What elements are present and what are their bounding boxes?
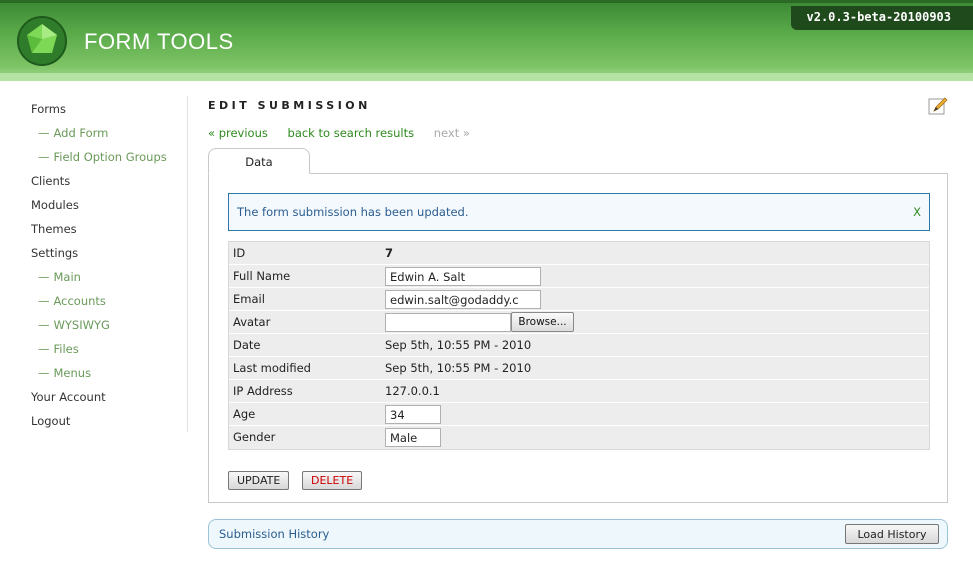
app-name: FORM TOOLS [84, 29, 234, 54]
sidebar-item-modules[interactable]: Modules [31, 196, 187, 220]
field-label-ip-address: IP Address [233, 384, 293, 398]
field-label-avatar: Avatar [233, 315, 271, 329]
field-row-date: Date Sep 5th, 10:55 PM - 2010 [229, 334, 929, 357]
field-value-last-modified: Sep 5th, 10:55 PM - 2010 [385, 361, 532, 375]
field-value-ip-address: 127.0.0.1 [385, 384, 440, 398]
submission-history-label: Submission History [219, 527, 330, 541]
field-label-full-name: Full Name [233, 269, 291, 283]
back-to-results-link[interactable]: back to search results [288, 126, 415, 140]
field-row-ip-address: IP Address 127.0.0.1 [229, 380, 929, 403]
load-history-button[interactable]: Load History [845, 524, 939, 544]
field-row-age: Age [229, 403, 929, 426]
field-label-age: Age [233, 407, 256, 421]
app-header: FORM TOOLS v2.0.3-beta-20100903 [0, 0, 973, 81]
sidebar: Forms — Add Form — Field Option Groups Cli… [31, 100, 187, 436]
field-label-email: Email [233, 292, 265, 306]
submission-history-bar: Submission History Load History [208, 519, 948, 549]
field-row-avatar: Avatar Browse... [229, 311, 929, 334]
edit-icon[interactable] [928, 96, 948, 116]
tab-data[interactable]: Data [208, 148, 310, 174]
next-link: next » [433, 126, 470, 140]
gender-input[interactable] [385, 428, 441, 447]
full-name-input[interactable] [385, 267, 541, 286]
submission-fields: ID 7 Full Name Email Avatar Browse... Da… [228, 241, 930, 450]
sidebar-item-logout[interactable]: Logout [31, 412, 187, 436]
sidebar-item-menus[interactable]: — Menus [31, 364, 187, 388]
sidebar-item-files[interactable]: — Files [31, 340, 187, 364]
sidebar-divider [187, 96, 188, 432]
sidebar-item-forms[interactable]: Forms [31, 100, 187, 124]
sidebar-item-themes[interactable]: Themes [31, 220, 187, 244]
field-row-last-modified: Last modified Sep 5th, 10:55 PM - 2010 [229, 357, 929, 380]
field-label-gender: Gender [233, 430, 276, 444]
logo-icon [17, 16, 67, 66]
field-value-date: Sep 5th, 10:55 PM - 2010 [385, 338, 532, 352]
notice-message: The form submission has been updated. X [228, 193, 930, 231]
header-strip [0, 73, 973, 81]
browse-button[interactable]: Browse... [511, 312, 574, 332]
field-row-id: ID 7 [229, 242, 929, 265]
sidebar-item-main[interactable]: — Main [31, 268, 187, 292]
field-row-full-name: Full Name [229, 265, 929, 288]
update-button[interactable]: UPDATE [228, 471, 290, 490]
field-row-gender: Gender [229, 426, 929, 449]
sidebar-item-field-option-groups[interactable]: — Field Option Groups [31, 148, 187, 172]
email-input[interactable] [385, 290, 541, 309]
notice-close-button[interactable]: X [913, 194, 921, 230]
field-value-id: 7 [385, 246, 394, 260]
sidebar-item-add-form[interactable]: — Add Form [31, 124, 187, 148]
delete-button[interactable]: DELETE [302, 471, 363, 490]
field-label-id: ID [233, 246, 246, 260]
pager: « previous back to search results next » [208, 126, 470, 140]
sidebar-item-settings[interactable]: Settings [31, 244, 187, 268]
sidebar-item-clients[interactable]: Clients [31, 172, 187, 196]
previous-link[interactable]: « previous [208, 126, 268, 140]
field-label-date: Date [233, 338, 261, 352]
field-row-email: Email [229, 288, 929, 311]
page-title: EDIT SUBMISSION [208, 99, 371, 112]
submission-panel: The form submission has been updated. X … [208, 173, 948, 503]
sidebar-item-wysiwyg[interactable]: — WYSIWYG [31, 316, 187, 340]
age-input[interactable] [385, 405, 441, 424]
version-badge: v2.0.3-beta-20100903 [790, 6, 973, 30]
sidebar-item-your-account[interactable]: Your Account [31, 388, 187, 412]
sidebar-item-accounts[interactable]: — Accounts [31, 292, 187, 316]
field-label-last-modified: Last modified [233, 361, 311, 375]
notice-text: The form submission has been updated. [237, 205, 469, 219]
avatar-file-input[interactable] [385, 313, 511, 332]
